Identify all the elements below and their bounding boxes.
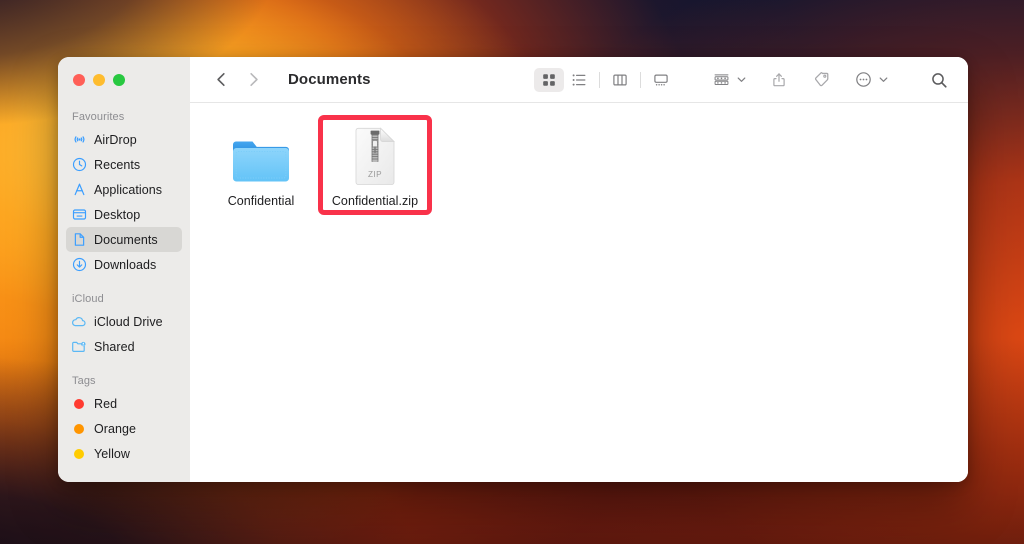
sidebar-group-title: Tags (72, 375, 96, 387)
desktop-wallpaper: Favourites AirDrop Recents Applications … (0, 0, 1024, 544)
column-view-button[interactable] (605, 68, 635, 92)
tag-dot-icon (71, 396, 87, 412)
desktop-icon (71, 207, 87, 223)
main-pane: Documents Confidential ZIP Confidential.… (190, 57, 968, 482)
svg-text:ZIP: ZIP (368, 170, 382, 179)
toolbar-divider (640, 71, 641, 88)
file-item-folder[interactable]: Confidential (204, 115, 318, 208)
sidebar-item-label: Documents (94, 232, 158, 247)
document-icon (71, 232, 87, 248)
sidebar-item-applications[interactable]: Applications (66, 177, 182, 202)
sidebar-item-label: Yellow (94, 446, 130, 461)
sidebar-item-label: Orange (94, 421, 136, 436)
file-browser-content[interactable]: Confidential ZIP Confidential.zip (190, 103, 968, 482)
gallery-view-button[interactable] (646, 68, 676, 92)
chevron-down-icon[interactable] (877, 74, 890, 85)
finder-window: Favourites AirDrop Recents Applications … (58, 57, 968, 482)
navigation-buttons (212, 71, 262, 89)
toolbar-divider (599, 71, 600, 88)
icon-view-button[interactable] (534, 67, 564, 92)
sidebar-item-label: Desktop (94, 207, 141, 222)
list-view-button[interactable] (564, 68, 594, 92)
search-button[interactable] (924, 68, 954, 92)
sidebar-item-label: Shared (94, 339, 135, 354)
sidebar-item-desktop[interactable]: Desktop (66, 202, 182, 227)
close-button[interactable] (73, 74, 85, 86)
sidebar-item-documents[interactable]: Documents (66, 227, 182, 252)
back-button[interactable] (212, 71, 230, 89)
chevron-down-icon[interactable] (735, 74, 748, 85)
sidebar-item-recents[interactable]: Recents (66, 152, 182, 177)
minimize-button[interactable] (93, 74, 105, 86)
zip-icon: ZIP (343, 125, 407, 187)
sidebar-group-title: iCloud (72, 293, 104, 305)
more-button[interactable] (848, 68, 878, 92)
file-name-label: Confidential.zip (331, 194, 419, 208)
airdrop-icon (71, 132, 87, 148)
sidebar-item-tag-yellow[interactable]: Yellow (66, 441, 182, 466)
tags-button[interactable] (806, 68, 836, 92)
sidebar-item-label: Red (94, 396, 118, 411)
file-name-label: Confidential (227, 194, 295, 208)
sidebar-item-label: Applications (94, 182, 163, 197)
tag-dot-icon (71, 421, 87, 437)
sidebar-group-favourites: Favourites AirDrop Recents Applications … (58, 111, 190, 277)
group-by-group (706, 68, 752, 92)
group-by-button[interactable] (706, 68, 736, 92)
sidebar-item-icloud-drive[interactable]: iCloud Drive (66, 309, 182, 334)
toolbar: Documents (190, 57, 968, 103)
tag-dot-icon (71, 446, 87, 462)
file-item-zip[interactable]: ZIP Confidential.zip (318, 115, 432, 215)
forward-button[interactable] (244, 71, 262, 89)
sidebar-item-downloads[interactable]: Downloads (66, 252, 182, 277)
sidebar-item-label: AirDrop (94, 132, 137, 147)
download-icon (71, 257, 87, 273)
sidebar-group-icloud: iCloud iCloud Drive Shared (58, 293, 190, 359)
sidebar-item-label: iCloud Drive (94, 314, 163, 329)
window-controls (73, 74, 125, 86)
clock-icon (71, 157, 87, 173)
page-title: Documents (288, 71, 371, 88)
sidebar-item-label: Downloads (94, 257, 157, 272)
share-button[interactable] (764, 68, 794, 92)
sidebar-item-shared[interactable]: Shared (66, 334, 182, 359)
folder-icon (229, 125, 293, 187)
sidebar: Favourites AirDrop Recents Applications … (58, 57, 190, 482)
applications-icon (71, 182, 87, 198)
icon-grid: Confidential ZIP Confidential.zip (204, 115, 968, 215)
sidebar-item-label: Recents (94, 157, 141, 172)
sidebar-item-tag-orange[interactable]: Orange (66, 416, 182, 441)
sidebar-item-tag-red[interactable]: Red (66, 391, 182, 416)
sidebar-group-tags: Tags Red Orange Yellow (58, 375, 190, 466)
view-mode-group (534, 67, 676, 92)
sidebar-item-airdrop[interactable]: AirDrop (66, 127, 182, 152)
more-group (848, 68, 894, 92)
shared-folder-icon (71, 339, 87, 355)
cloud-icon (71, 314, 87, 330)
zoom-button[interactable] (113, 74, 125, 86)
sidebar-group-title: Favourites (72, 111, 125, 123)
